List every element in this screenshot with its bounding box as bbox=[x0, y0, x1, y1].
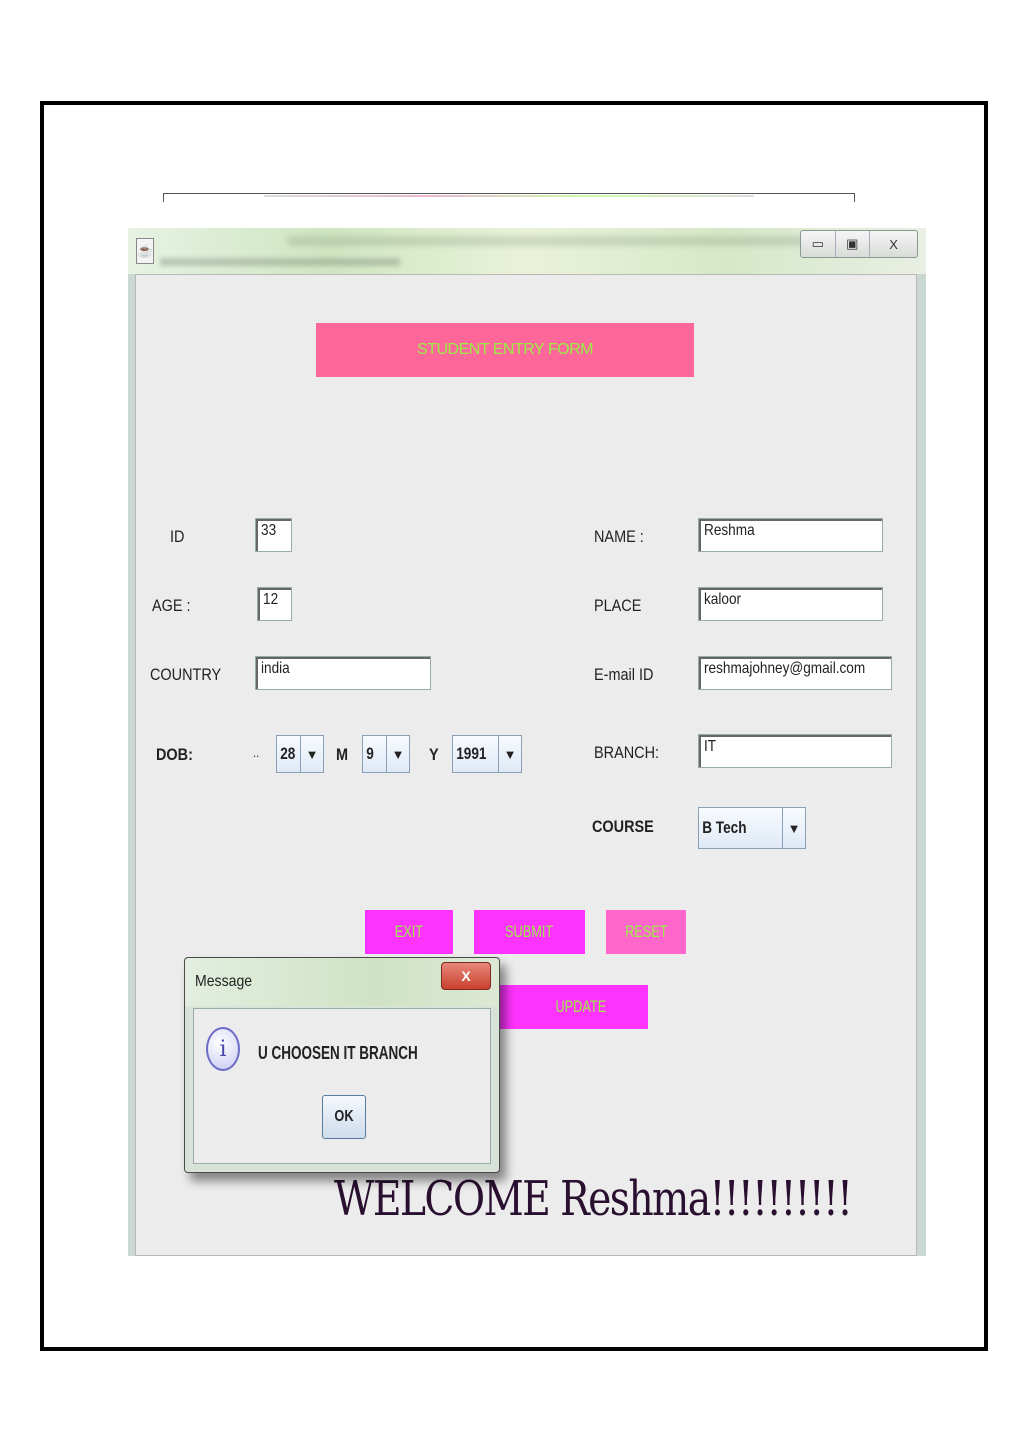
dialog-message: U CHOOSEN IT BRANCH bbox=[258, 1043, 418, 1063]
month-label: M bbox=[336, 745, 349, 764]
exit-button[interactable]: EXIT bbox=[365, 910, 453, 954]
cropped-window-edge bbox=[163, 193, 855, 202]
course-select[interactable]: B Tech ▼ bbox=[698, 807, 806, 849]
submit-button[interactable]: SUBMIT bbox=[474, 910, 585, 954]
course-label: COURSE bbox=[592, 817, 654, 836]
welcome-message: WELCOME Reshma!!!!!!!!!! bbox=[334, 1171, 853, 1227]
dialog-close-button[interactable]: X bbox=[441, 962, 491, 990]
name-label: NAME : bbox=[594, 527, 644, 546]
window-controls: ▭ ▣ X bbox=[800, 230, 918, 258]
chevron-down-icon[interactable]: ▼ bbox=[498, 736, 521, 772]
place-field[interactable]: kaloor bbox=[698, 587, 883, 621]
ok-button[interactable]: OK bbox=[322, 1095, 366, 1139]
dob-month-select[interactable]: 9 ▼ bbox=[362, 735, 410, 773]
dialog-title: Message bbox=[195, 973, 253, 990]
dob-month-value: 9 bbox=[366, 744, 374, 763]
branch-label: BRANCH: bbox=[594, 743, 660, 762]
email-label: E-mail ID bbox=[594, 665, 654, 684]
dob-day-select[interactable]: 28 ▼ bbox=[276, 735, 324, 773]
dob-label: DOB: bbox=[156, 745, 193, 764]
id-label: ID bbox=[170, 527, 185, 546]
dob-year-value: 1991 bbox=[456, 744, 487, 763]
blurred-menu bbox=[160, 258, 400, 266]
chevron-down-icon[interactable]: ▼ bbox=[386, 736, 409, 772]
maximize-button[interactable]: ▣ bbox=[836, 231, 871, 257]
reset-button[interactable]: RESET bbox=[606, 910, 686, 954]
place-label: PLACE bbox=[594, 596, 642, 615]
form-title-banner: STUDENT ENTRY FORM bbox=[316, 323, 694, 377]
java-icon: ☕ bbox=[136, 238, 154, 264]
dob-day-prefix: .. bbox=[253, 745, 260, 760]
info-icon: i bbox=[206, 1027, 240, 1071]
id-field[interactable]: 33 bbox=[255, 518, 292, 552]
close-button[interactable]: X bbox=[870, 231, 917, 257]
chevron-down-icon[interactable]: ▼ bbox=[782, 808, 805, 848]
dialog-body: i U CHOOSEN IT BRANCH OK bbox=[193, 1008, 491, 1164]
age-label: AGE : bbox=[152, 596, 191, 615]
country-field[interactable]: india bbox=[255, 656, 431, 690]
message-dialog: Message X i U CHOOSEN IT BRANCH OK bbox=[184, 957, 500, 1173]
dialog-titlebar[interactable]: Message X bbox=[185, 958, 499, 1006]
age-field[interactable]: 12 bbox=[257, 587, 292, 621]
window-titlebar[interactable]: ☕ ▭ ▣ X bbox=[128, 228, 926, 274]
branch-field[interactable]: IT bbox=[698, 734, 892, 768]
dob-day-value: 28 bbox=[280, 744, 296, 763]
name-field[interactable]: Reshma bbox=[698, 518, 883, 552]
email-field[interactable]: reshmajohney@gmail.com bbox=[698, 656, 892, 690]
minimize-button[interactable]: ▭ bbox=[801, 231, 836, 257]
course-value: B Tech bbox=[702, 818, 747, 837]
country-label: COUNTRY bbox=[150, 665, 222, 684]
dob-year-select[interactable]: 1991 ▼ bbox=[452, 735, 522, 773]
year-label: Y bbox=[429, 745, 439, 764]
chevron-down-icon[interactable]: ▼ bbox=[300, 736, 323, 772]
